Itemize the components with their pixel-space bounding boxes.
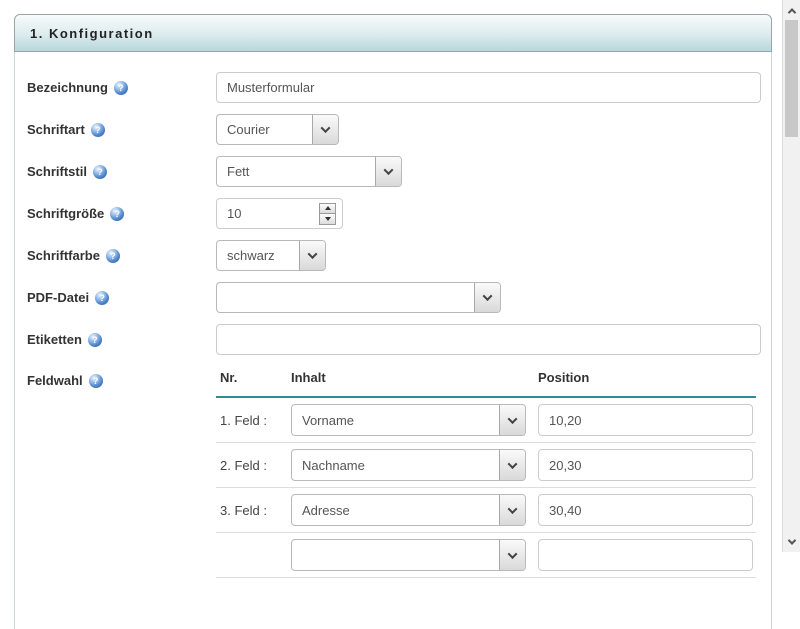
feldwahl-label: Feldwahl ? — [27, 366, 216, 388]
feldwahl-table-header: Nr. Inhalt Position — [216, 366, 756, 398]
inhalt-select[interactable]: Nachname — [291, 449, 526, 481]
chevron-down-icon[interactable] — [499, 495, 525, 525]
schriftart-select[interactable]: Courier — [216, 114, 339, 145]
chevron-down-icon[interactable] — [299, 241, 325, 270]
spinner-up-icon[interactable] — [319, 203, 336, 214]
form-row-etiketten: Etiketten ? — [27, 324, 771, 355]
pdf-datei-label: PDF-Datei ? — [27, 290, 216, 305]
position-input[interactable] — [538, 404, 753, 436]
help-icon[interactable]: ? — [95, 291, 109, 305]
chevron-down-icon[interactable] — [499, 540, 525, 570]
schriftfarbe-label: Schriftfarbe ? — [27, 248, 216, 263]
schriftgroesse-label: Schriftgröße ? — [27, 206, 216, 221]
form-row-pdf-datei: PDF-Datei ? — [27, 282, 771, 313]
position-input[interactable] — [538, 494, 753, 526]
help-icon[interactable]: ? — [89, 374, 103, 388]
help-icon[interactable]: ? — [88, 333, 102, 347]
bezeichnung-input[interactable] — [216, 72, 761, 103]
help-icon[interactable]: ? — [114, 81, 128, 95]
schriftgroesse-stepper — [216, 198, 343, 229]
schriftfarbe-select[interactable]: schwarz — [216, 240, 326, 271]
column-header-nr: Nr. — [220, 370, 291, 385]
vertical-scrollbar[interactable] — [782, 0, 800, 552]
scroll-up-icon[interactable] — [783, 2, 800, 19]
scrollbar-thumb[interactable] — [785, 20, 798, 137]
bezeichnung-label: Bezeichnung ? — [27, 80, 216, 95]
form-row-schriftstil: Schriftstil ? Fett — [27, 156, 771, 187]
chevron-down-icon[interactable] — [312, 115, 338, 144]
section-header: 1. Konfiguration — [14, 14, 772, 52]
field-number-label: 3. Feld : — [216, 503, 291, 518]
column-header-position: Position — [538, 370, 756, 385]
column-header-inhalt: Inhalt — [291, 370, 538, 385]
position-input[interactable] — [538, 449, 753, 481]
schriftart-label: Schriftart ? — [27, 122, 216, 137]
chevron-down-icon[interactable] — [375, 157, 401, 186]
scroll-down-icon[interactable] — [783, 533, 800, 550]
form-row-feldwahl: Feldwahl ? Nr. Inhalt Position 1. Feld :… — [27, 366, 771, 578]
position-input[interactable] — [538, 539, 753, 571]
form-row-schriftart: Schriftart ? Courier — [27, 114, 771, 145]
form-row-schriftgroesse: Schriftgröße ? — [27, 198, 771, 229]
spinner-down-icon[interactable] — [319, 214, 336, 225]
field-number-label: 1. Feld : — [216, 413, 291, 428]
help-icon[interactable]: ? — [91, 123, 105, 137]
table-row: 3. Feld : Adresse — [216, 488, 756, 533]
schriftstil-select[interactable]: Fett — [216, 156, 402, 187]
configuration-panel: 1. Konfiguration Bezeichnung ? Schriftar… — [14, 14, 772, 629]
feldwahl-table: Nr. Inhalt Position 1. Feld : Vorname 2.… — [216, 366, 756, 578]
form-row-schriftfarbe: Schriftfarbe ? schwarz — [27, 240, 771, 271]
section-title: 1. Konfiguration — [30, 26, 154, 41]
etiketten-label: Etiketten ? — [27, 332, 216, 347]
form-row-bezeichnung: Bezeichnung ? — [27, 72, 771, 103]
help-icon[interactable]: ? — [110, 207, 124, 221]
schriftstil-label: Schriftstil ? — [27, 164, 216, 179]
number-spinner — [319, 203, 336, 225]
table-row — [216, 533, 756, 578]
table-row: 1. Feld : Vorname — [216, 398, 756, 443]
chevron-down-icon[interactable] — [474, 283, 500, 312]
inhalt-select[interactable]: Adresse — [291, 494, 526, 526]
inhalt-select[interactable] — [291, 539, 526, 571]
chevron-down-icon[interactable] — [499, 405, 525, 435]
help-icon[interactable]: ? — [106, 249, 120, 263]
pdf-datei-select[interactable] — [216, 282, 501, 313]
chevron-down-icon[interactable] — [499, 450, 525, 480]
inhalt-select[interactable]: Vorname — [291, 404, 526, 436]
field-number-label: 2. Feld : — [216, 458, 291, 473]
etiketten-input[interactable] — [216, 324, 761, 355]
table-row: 2. Feld : Nachname — [216, 443, 756, 488]
help-icon[interactable]: ? — [93, 165, 107, 179]
configuration-form: Bezeichnung ? Schriftart ? Courier Schri… — [14, 52, 772, 629]
